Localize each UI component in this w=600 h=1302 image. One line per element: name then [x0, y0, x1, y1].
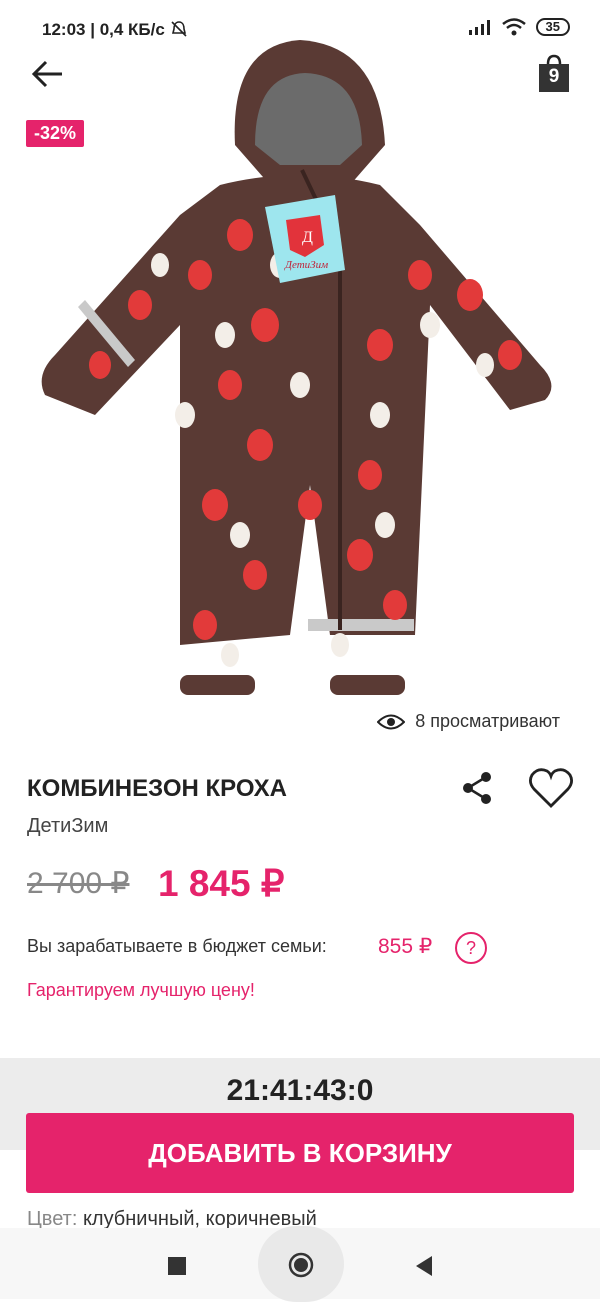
nav-back-button[interactable] — [414, 1254, 434, 1278]
cart-button[interactable]: 9 — [537, 54, 571, 94]
recents-button[interactable] — [168, 1257, 186, 1275]
help-button[interactable]: ? — [455, 932, 487, 964]
home-icon — [288, 1252, 314, 1278]
image-logo-text: ДетиЗим — [284, 259, 328, 271]
budget-value: 855 ₽ — [378, 935, 433, 958]
wifi-icon — [501, 18, 526, 36]
viewers-indicator: 8 просматривают — [377, 711, 560, 732]
favorite-button[interactable] — [528, 766, 574, 810]
heart-icon — [529, 768, 573, 808]
back-button[interactable] — [28, 56, 68, 92]
viewers-text: 8 просматривают — [415, 711, 560, 731]
eye-icon — [377, 714, 406, 729]
add-to-cart-button[interactable]: ДОБАВИТЬ В КОРЗИНУ — [26, 1113, 574, 1193]
share-button[interactable] — [460, 770, 494, 806]
discount-badge: -32% — [26, 120, 85, 147]
product-image[interactable]: Д ДетиЗим — [40, 35, 560, 715]
share-icon — [463, 772, 491, 804]
question-icon: ? — [465, 938, 476, 958]
budget-label: Вы зарабатываете в бюджет семьи: — [27, 936, 327, 956]
arrow-left-icon — [31, 60, 62, 88]
current-price: 1 845 ₽ — [158, 863, 285, 904]
image-logo-letter: Д — [302, 229, 313, 246]
product-brand[interactable]: ДетиЗим — [27, 815, 108, 838]
signal-icon — [468, 20, 490, 35]
cart-count-badge: 9 — [548, 66, 560, 87]
color-label: Цвет: — [27, 1208, 78, 1230]
status-icons: 35 — [468, 18, 570, 36]
product-title: КОМБИНЕЗОН КРОХА — [27, 775, 287, 802]
best-price-link[interactable]: Гарантируем лучшую цену! — [27, 980, 255, 1001]
battery-indicator: 35 — [535, 18, 570, 36]
sale-timer: 21:41:43:0 — [226, 1074, 374, 1107]
triangle-back-icon — [416, 1256, 432, 1276]
old-price: 2 700 ₽ — [27, 867, 130, 900]
color-value: клубничный, коричневый — [82, 1208, 317, 1230]
